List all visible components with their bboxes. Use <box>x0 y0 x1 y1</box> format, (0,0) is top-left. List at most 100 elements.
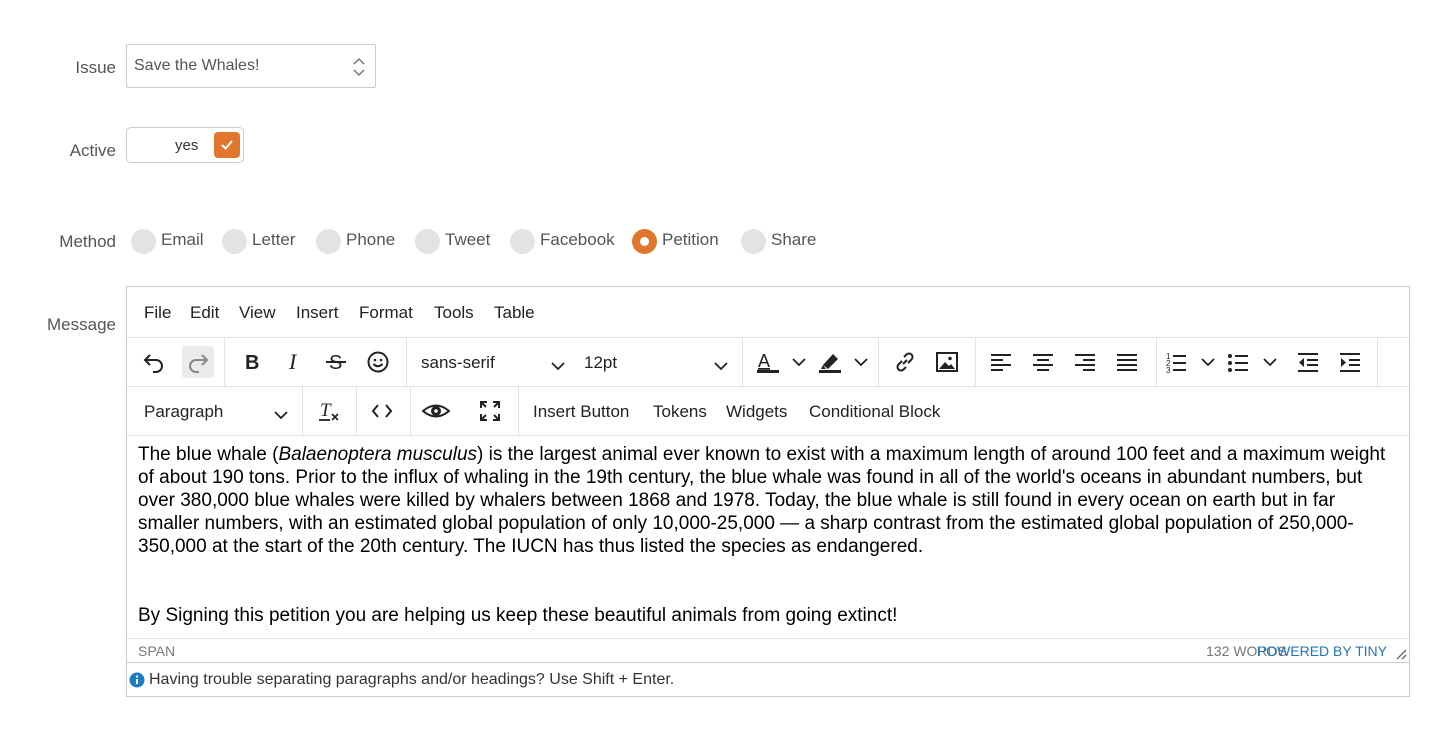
chevron-down-icon <box>714 356 728 376</box>
code-icon <box>371 404 393 418</box>
align-right-button[interactable] <box>1068 346 1102 378</box>
link-icon <box>896 352 914 372</box>
font-family-select[interactable]: sans-serif <box>421 346 571 378</box>
text-color-button[interactable]: A <box>753 346 809 378</box>
editor-help-bar: Having trouble separating paragraphs and… <box>127 662 1409 697</box>
editor-menubar: File Edit View Insert Format Tools Table <box>127 287 1409 338</box>
undo-icon <box>143 354 163 373</box>
emoji-button[interactable] <box>361 346 395 378</box>
outdent-icon <box>1298 353 1318 372</box>
method-option-label: Facebook <box>540 230 615 249</box>
font-size-value: 12pt <box>584 353 618 372</box>
help-text: Having trouble separating paragraphs and… <box>149 671 675 688</box>
clear-formatting-button[interactable]: T <box>311 395 345 427</box>
active-toggle-text: yes <box>175 137 199 154</box>
italic-icon: I <box>288 350 298 374</box>
chevron-down-icon <box>274 405 288 425</box>
redo-button[interactable] <box>182 346 214 378</box>
numbered-list-icon: 123 <box>1166 352 1215 374</box>
menu-file[interactable]: File <box>144 303 171 323</box>
italic-button[interactable]: I <box>277 346 311 378</box>
species-name: Balaenoptera musculus <box>278 444 478 465</box>
svg-text:A: A <box>758 351 770 371</box>
editor-toolbar-secondary: Paragraph T Insert Button Tokens Widgets… <box>127 387 1409 436</box>
info-icon <box>129 672 145 693</box>
highlight-color-button[interactable] <box>815 346 871 378</box>
up-down-chevron-icon <box>353 56 365 78</box>
active-toggle[interactable]: yes <box>126 127 244 163</box>
menu-table[interactable]: Table <box>494 303 535 323</box>
block-format-value: Paragraph <box>144 402 224 421</box>
svg-text:I: I <box>288 350 298 374</box>
resize-handle-icon[interactable] <box>1395 647 1407 663</box>
block-format-select[interactable]: Paragraph <box>144 395 294 427</box>
bullet-list-button[interactable] <box>1226 346 1284 378</box>
strikethrough-button[interactable]: S <box>319 346 353 378</box>
align-center-button[interactable] <box>1026 346 1060 378</box>
undo-button[interactable] <box>137 346 171 378</box>
menu-insert[interactable]: Insert <box>296 303 339 323</box>
smiley-icon <box>367 351 389 373</box>
redo-icon <box>189 354 209 373</box>
align-justify-button[interactable] <box>1110 346 1144 378</box>
active-label: Active <box>69 141 116 160</box>
rich-text-editor: File Edit View Insert Format Tools Table… <box>126 286 1410 697</box>
radio-dot[interactable] <box>131 229 156 254</box>
radio-dot[interactable] <box>741 229 766 254</box>
method-option-label: Share <box>771 230 817 249</box>
menu-view[interactable]: View <box>239 303 276 323</box>
align-left-icon <box>991 354 1011 371</box>
source-code-button[interactable] <box>365 395 399 427</box>
widgets-tool[interactable]: Widgets <box>726 402 787 422</box>
radio-dot[interactable] <box>415 229 440 254</box>
align-center-icon <box>1033 354 1053 371</box>
method-option-label: Email <box>161 230 204 249</box>
svg-text:T: T <box>320 400 332 421</box>
radio-dot[interactable] <box>510 229 535 254</box>
eye-icon <box>422 404 450 418</box>
text-run: The blue whale ( <box>138 444 279 465</box>
editor-toolbar-primary: B I S sans-serif 12pt A <box>127 338 1409 387</box>
bold-icon: B <box>245 352 259 374</box>
clear-formatting-icon: T <box>319 400 339 421</box>
svg-text:3: 3 <box>1166 366 1171 374</box>
issue-select-value: Save the Whales! <box>134 57 260 74</box>
fullscreen-button[interactable] <box>473 395 507 427</box>
align-left-button[interactable] <box>984 346 1018 378</box>
insert-image-button[interactable] <box>930 346 964 378</box>
issue-select[interactable]: Save the Whales! <box>126 44 376 88</box>
method-label: Method <box>59 232 116 251</box>
editor-statusbar: SPAN 132 WORDS POWERED BY TINY <box>127 638 1409 662</box>
insert-button-tool[interactable]: Insert Button <box>533 402 629 422</box>
text-color-icon: A <box>757 351 806 373</box>
indent-button[interactable] <box>1333 346 1367 378</box>
svg-text:B: B <box>245 352 259 374</box>
menu-tools[interactable]: Tools <box>434 303 474 323</box>
powered-by-link[interactable]: POWERED BY TINY <box>1257 643 1387 659</box>
highlighter-icon <box>819 354 868 373</box>
font-size-select[interactable]: 12pt <box>584 346 734 378</box>
radio-dot[interactable] <box>316 229 341 254</box>
preview-button[interactable] <box>419 395 453 427</box>
align-justify-icon <box>1117 354 1137 371</box>
chevron-down-icon <box>551 356 565 376</box>
method-option-label: Petition <box>662 230 719 249</box>
insert-link-button[interactable] <box>888 346 922 378</box>
menu-edit[interactable]: Edit <box>190 303 219 323</box>
outdent-button[interactable] <box>1291 346 1325 378</box>
numbered-list-button[interactable]: 123 <box>1164 346 1222 378</box>
bold-button[interactable]: B <box>235 346 269 378</box>
element-path[interactable]: SPAN <box>138 643 175 659</box>
editor-content[interactable]: The blue whale (Balaenoptera musculus) i… <box>138 443 1400 627</box>
strikethrough-icon: S <box>326 352 346 374</box>
radio-dot[interactable] <box>222 229 247 254</box>
align-right-icon <box>1075 354 1095 371</box>
tokens-tool[interactable]: Tokens <box>653 402 707 422</box>
radio-dot-selected[interactable] <box>632 229 657 254</box>
message-paragraph-2: By Signing this petition you are helping… <box>138 605 898 626</box>
fullscreen-icon <box>480 401 500 421</box>
method-option-label: Letter <box>252 230 296 249</box>
conditional-block-tool[interactable]: Conditional Block <box>809 402 940 422</box>
message-label: Message <box>47 315 116 334</box>
menu-format[interactable]: Format <box>359 303 413 323</box>
